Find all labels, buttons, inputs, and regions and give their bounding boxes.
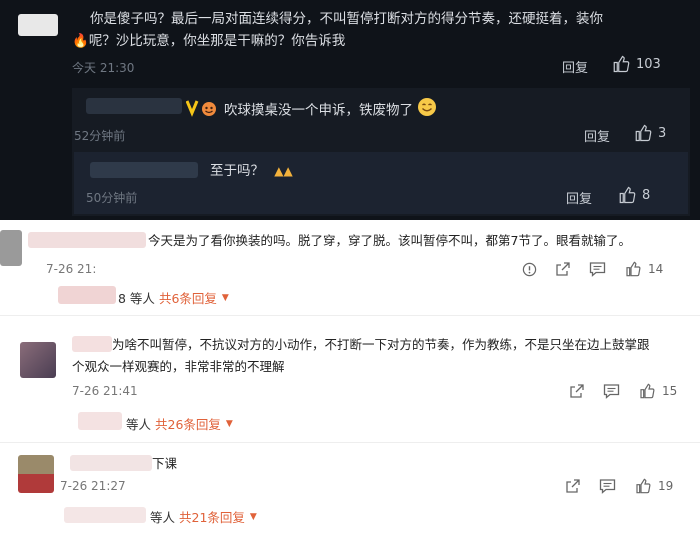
share-icon[interactable] (554, 260, 572, 278)
reply-button[interactable]: 回复 (584, 126, 610, 145)
comment-text: 下课 (152, 456, 178, 471)
like-count: 14 (648, 262, 664, 276)
username-blurred (86, 98, 182, 114)
thumbs-up-icon[interactable] (638, 382, 656, 400)
reply-count: 共6条回复 (158, 291, 217, 306)
username-blurred (70, 455, 152, 471)
thumbs-up-icon (612, 55, 630, 73)
comment-text-line2: 个观众一样观赛的，非常非常的不理解 (72, 359, 285, 374)
thumbs-up-icon (618, 186, 636, 204)
view-replies-link[interactable]: 等人 共26条回复 ▼ (126, 414, 233, 433)
nested-reply-time: 50分钟前 (86, 191, 138, 205)
share-icon[interactable] (564, 477, 582, 495)
reply-count: 共26条回复 (155, 417, 221, 432)
username-blurred (64, 507, 146, 523)
like-count: 3 (658, 125, 667, 141)
like-count: 19 (658, 479, 674, 493)
like-button[interactable]: 103 (612, 55, 661, 73)
username-blurred (58, 286, 116, 304)
like-count: 103 (636, 56, 661, 72)
avatar-blurred (18, 455, 54, 493)
comment-time: 7-26 21:27 (60, 479, 126, 493)
comment-icon[interactable] (602, 382, 620, 400)
reply-button[interactable]: 回复 (562, 57, 588, 76)
reply-button[interactable]: 回复 (566, 188, 592, 207)
comment-text-line1: 为啥不叫暂停，不抗议对方的小动作，不打断一下对方的节奏，作为教练，不是只坐在边上… (112, 337, 650, 352)
like-count: 15 (662, 384, 678, 398)
thumbs-up-icon (634, 124, 652, 142)
chevron-down-icon: ▼ (225, 418, 233, 429)
username-blurred (72, 336, 112, 352)
comment-card: 今天是为了看你换装的吗。脱了穿，穿了脱。该叫暂停不叫，都第7节了。眼看就输了。 … (0, 220, 700, 315)
like-button[interactable]: 3 (634, 124, 666, 142)
view-replies-link[interactable]: 等人 共21条回复 ▼ (150, 507, 257, 526)
nested-reply-text: 至于吗？ ▲▲ (210, 163, 293, 179)
comment-card: 为啥不叫暂停，不抗议对方的小动作，不打断一下对方的节奏，作为教练，不是只坐在边上… (0, 316, 700, 442)
comment-text-line2: 🔥呢？沙比玩意，你坐那是干嘛的？你告诉我 (72, 33, 346, 49)
comment-icon[interactable] (588, 260, 606, 278)
comment-time: 7-26 21:41 (72, 384, 138, 398)
avatar-blurred (18, 14, 58, 36)
comment-text-line1: 你是傻子吗？最后一局对面连续得分，不叫暂停打断对方的得分节奏，还硬挺着，装你 (90, 11, 603, 27)
comment-actions: 15 (568, 382, 677, 400)
like-button[interactable]: 8 (618, 186, 650, 204)
pray-emoji-icon: ▲▲ (274, 164, 293, 178)
comment-actions: 19 (564, 477, 673, 495)
avatar-blurred (0, 230, 22, 266)
comment-time: 7-26 21: (46, 262, 97, 276)
fire-emoji-icon: 🔥 (72, 33, 89, 49)
like-count: 8 (642, 187, 651, 203)
username-blurred (78, 412, 122, 430)
comment-text: 今天是为了看你换装的吗。脱了穿，穿了脱。该叫暂停不叫，都第7节了。眼看就输了。 (148, 233, 631, 248)
report-icon[interactable] (520, 260, 538, 278)
comment-icon[interactable] (598, 477, 616, 495)
share-icon[interactable] (568, 382, 586, 400)
reply-time: 52分钟前 (74, 129, 126, 143)
comment-time: 今天 21:30 (72, 61, 135, 75)
smile-emoji-icon (417, 97, 437, 124)
vip-badge-icon (185, 99, 222, 117)
reply-text: 吹球摸桌没一个申诉，铁废物了 (224, 97, 437, 124)
avatar-blurred (20, 342, 56, 378)
username-blurred (28, 232, 146, 248)
username-blurred (90, 162, 198, 178)
reply-count: 共21条回复 (179, 510, 245, 525)
comment-actions: 14 (520, 260, 663, 278)
view-replies-link[interactable]: 8 等人 共6条回复 ▼ (118, 288, 229, 307)
chevron-down-icon: ▼ (249, 511, 257, 522)
comment-card: 下课 7-26 21:27 19 等人 共21条回复 ▼ (0, 443, 700, 533)
dark-comment-panel: 你是傻子吗？最后一局对面连续得分，不叫暂停打断对方的得分节奏，还硬挺着，装你 🔥… (0, 0, 700, 220)
chevron-down-icon: ▼ (221, 292, 229, 303)
thumbs-up-icon[interactable] (624, 260, 642, 278)
thumbs-up-icon[interactable] (634, 477, 652, 495)
